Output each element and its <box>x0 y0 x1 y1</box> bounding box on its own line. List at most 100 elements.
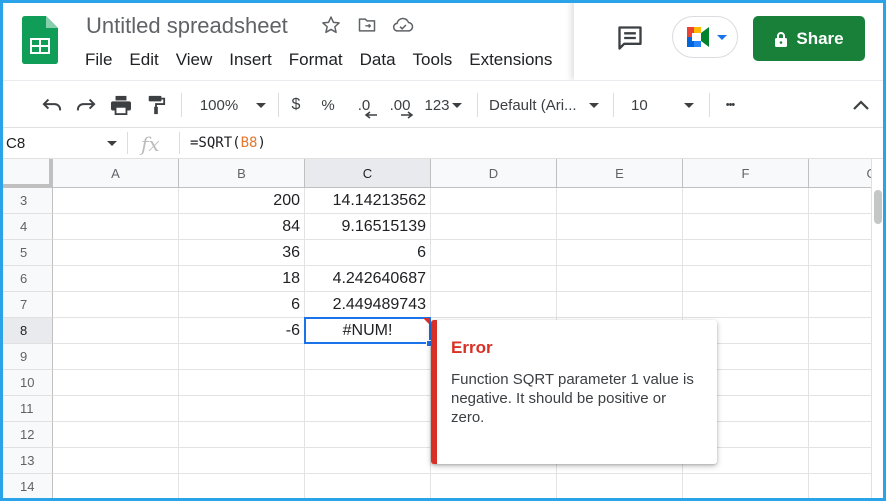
cell-c14[interactable] <box>305 474 430 499</box>
cell-d5[interactable] <box>431 240 556 265</box>
undo-icon[interactable] <box>39 81 65 129</box>
menu-format[interactable]: Format <box>289 50 343 70</box>
cell-c5[interactable]: 6 <box>305 240 430 265</box>
cell-f6[interactable] <box>683 266 808 291</box>
cell-c13[interactable] <box>305 448 430 473</box>
cell-a12[interactable] <box>53 422 178 447</box>
cell-e7[interactable] <box>557 292 682 317</box>
cell-c6[interactable]: 4.242640687 <box>305 266 430 291</box>
cell-b13[interactable] <box>179 448 304 473</box>
cell-f5[interactable] <box>683 240 808 265</box>
row-header-14[interactable]: 14 <box>3 474 53 500</box>
column-header-g[interactable]: G <box>809 159 871 188</box>
cell-c3[interactable]: 14.14213562 <box>305 188 430 213</box>
cell-g14[interactable] <box>809 474 871 499</box>
vertical-scrollbar[interactable] <box>871 159 883 501</box>
star-icon[interactable] <box>320 14 342 36</box>
cell-f7[interactable] <box>683 292 808 317</box>
cell-d3[interactable] <box>431 188 556 213</box>
column-header-f[interactable]: F <box>683 159 809 188</box>
cell-a9[interactable] <box>53 344 178 369</box>
print-icon[interactable] <box>107 81 135 129</box>
cell-g11[interactable] <box>809 396 871 421</box>
decrease-decimal-button[interactable]: .0 <box>349 81 379 129</box>
row-header-12[interactable]: 12 <box>3 422 53 448</box>
cell-b14[interactable] <box>179 474 304 499</box>
cell-f4[interactable] <box>683 214 808 239</box>
increase-decimal-button[interactable]: .00 <box>385 81 415 129</box>
menu-tools[interactable]: Tools <box>413 50 453 70</box>
cloud-saved-icon[interactable] <box>392 14 414 36</box>
menu-data[interactable]: Data <box>360 50 396 70</box>
row-header-7[interactable]: 7 <box>3 292 53 318</box>
row-header-3[interactable]: 3 <box>3 188 53 214</box>
paint-format-icon[interactable] <box>143 81 169 129</box>
meet-button[interactable] <box>672 16 738 58</box>
cell-g6[interactable] <box>809 266 871 291</box>
row-header-4[interactable]: 4 <box>3 214 53 240</box>
cell-g13[interactable] <box>809 448 871 473</box>
font-family-select[interactable]: Default (Ari... <box>489 81 605 129</box>
cell-b6[interactable]: 18 <box>179 266 304 291</box>
collapse-menu-icon[interactable] <box>849 81 873 129</box>
menu-edit[interactable]: Edit <box>129 50 158 70</box>
cell-d14[interactable] <box>431 474 556 499</box>
cell-e14[interactable] <box>557 474 682 499</box>
sheets-logo-icon[interactable] <box>22 16 58 64</box>
cell-e5[interactable] <box>557 240 682 265</box>
cell-a6[interactable] <box>53 266 178 291</box>
cell-f14[interactable] <box>683 474 808 499</box>
share-button[interactable]: Share <box>753 16 865 61</box>
document-title[interactable]: Untitled spreadsheet <box>86 13 288 39</box>
cell-g7[interactable] <box>809 292 871 317</box>
cell-c12[interactable] <box>305 422 430 447</box>
cell-a4[interactable] <box>53 214 178 239</box>
column-header-e[interactable]: E <box>557 159 683 188</box>
menu-view[interactable]: View <box>176 50 213 70</box>
cell-e4[interactable] <box>557 214 682 239</box>
cell-b9[interactable] <box>179 344 304 369</box>
column-header-b[interactable]: B <box>179 159 305 188</box>
cell-g8[interactable] <box>809 318 871 343</box>
cell-a10[interactable] <box>53 370 178 395</box>
row-header-13[interactable]: 13 <box>3 448 53 474</box>
comment-history-icon[interactable] <box>616 24 644 52</box>
column-header-c[interactable]: C <box>305 159 431 188</box>
cell-b5[interactable]: 36 <box>179 240 304 265</box>
cell-c9[interactable] <box>305 344 430 369</box>
cell-a11[interactable] <box>53 396 178 421</box>
column-header-d[interactable]: D <box>431 159 557 188</box>
cell-a3[interactable] <box>53 188 178 213</box>
cell-f3[interactable] <box>683 188 808 213</box>
cell-a5[interactable] <box>53 240 178 265</box>
cell-g3[interactable] <box>809 188 871 213</box>
cell-d4[interactable] <box>431 214 556 239</box>
cell-g4[interactable] <box>809 214 871 239</box>
font-size-select[interactable]: 10 <box>631 81 697 129</box>
menu-insert[interactable]: Insert <box>229 50 272 70</box>
cell-g12[interactable] <box>809 422 871 447</box>
more-options-button[interactable]: ••• <box>717 81 743 129</box>
cell-b10[interactable] <box>179 370 304 395</box>
cell-a13[interactable] <box>53 448 178 473</box>
cell-g9[interactable] <box>809 344 871 369</box>
cell-g10[interactable] <box>809 370 871 395</box>
column-header-a[interactable]: A <box>53 159 179 188</box>
cell-g5[interactable] <box>809 240 871 265</box>
cell-b3[interactable]: 200 <box>179 188 304 213</box>
menu-file[interactable]: File <box>85 50 112 70</box>
scrollbar-thumb[interactable] <box>874 190 882 224</box>
name-box[interactable]: C8 <box>6 128 126 159</box>
cell-c10[interactable] <box>305 370 430 395</box>
cell-c7[interactable]: 2.449489743 <box>305 292 430 317</box>
cell-b8[interactable]: -6 <box>179 318 304 343</box>
move-to-folder-icon[interactable] <box>356 14 378 36</box>
row-header-9[interactable]: 9 <box>3 344 53 370</box>
redo-icon[interactable] <box>73 81 99 129</box>
cell-b7[interactable]: 6 <box>179 292 304 317</box>
zoom-select[interactable]: 100% <box>195 81 271 129</box>
select-all-corner[interactable] <box>3 159 53 188</box>
formula-input[interactable]: =SQRT(B8) <box>190 135 266 151</box>
cell-e3[interactable] <box>557 188 682 213</box>
currency-format-button[interactable]: $ <box>285 81 307 129</box>
